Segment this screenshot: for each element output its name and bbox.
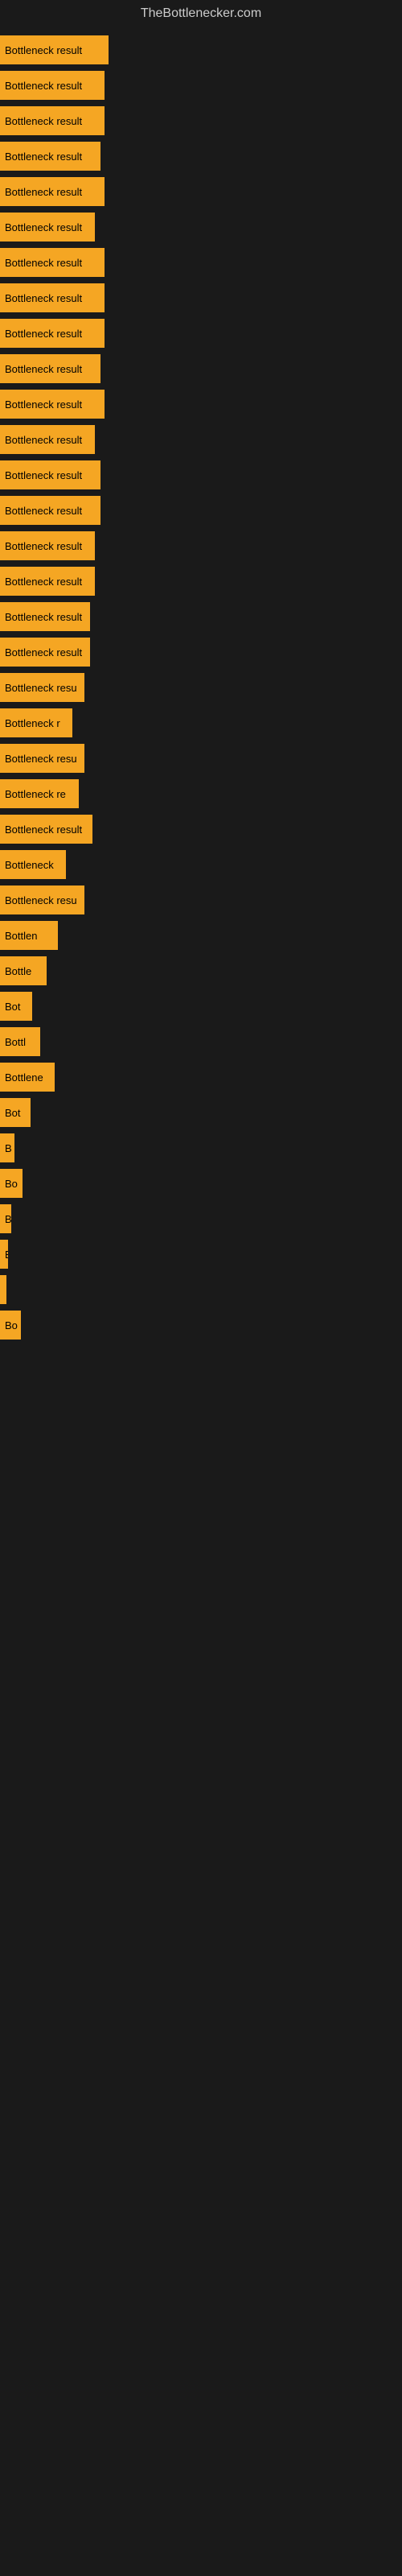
bottleneck-bar: B bbox=[0, 1204, 11, 1233]
bar-row: Bottleneck result bbox=[0, 390, 402, 419]
bar-row: Bo bbox=[0, 1169, 402, 1198]
bar-row: Bottleneck r bbox=[0, 708, 402, 737]
bar-row: B bbox=[0, 1133, 402, 1162]
bar-row: Bottleneck result bbox=[0, 142, 402, 171]
bottleneck-bar: Bottleneck bbox=[0, 850, 66, 879]
bars-container: Bottleneck result Bottleneck result Bottle… bbox=[0, 27, 402, 1354]
bar-row: Bottleneck result bbox=[0, 177, 402, 206]
bottleneck-bar: Bottl bbox=[0, 1027, 40, 1056]
bottleneck-bar: B bbox=[0, 1240, 8, 1269]
site-title: TheBottlenecker.com bbox=[0, 0, 402, 27]
bottleneck-bar: Bo bbox=[0, 1169, 23, 1198]
bottleneck-bar: Bottleneck result bbox=[0, 248, 105, 277]
bottleneck-bar: Bottleneck result bbox=[0, 35, 109, 64]
bar-row: Bottleneck result bbox=[0, 213, 402, 242]
bottleneck-bar: Bottleneck result bbox=[0, 496, 100, 525]
bar-row: Bottleneck result bbox=[0, 35, 402, 64]
bottleneck-bar bbox=[0, 1275, 6, 1304]
bar-row: Bottleneck result bbox=[0, 354, 402, 383]
bar-row: Bottleneck result bbox=[0, 460, 402, 489]
bottleneck-bar: Bottleneck resu bbox=[0, 673, 84, 702]
bar-row: Bottleneck result bbox=[0, 602, 402, 631]
bottleneck-bar: Bottleneck result bbox=[0, 71, 105, 100]
bar-row: Bottlen bbox=[0, 921, 402, 950]
bottleneck-bar: Bottleneck result bbox=[0, 815, 92, 844]
bottleneck-bar: Bottleneck result bbox=[0, 460, 100, 489]
bottleneck-bar: Bottleneck r bbox=[0, 708, 72, 737]
bar-row: Bottleneck result bbox=[0, 425, 402, 454]
bottleneck-bar: Bottleneck result bbox=[0, 602, 90, 631]
bottleneck-bar: Bottleneck result bbox=[0, 531, 95, 560]
bottleneck-bar: Bottleneck result bbox=[0, 319, 105, 348]
bar-row bbox=[0, 1275, 402, 1304]
bottleneck-bar: Bottleneck result bbox=[0, 177, 105, 206]
bottleneck-bar: Bottleneck result bbox=[0, 354, 100, 383]
bar-row: Bot bbox=[0, 992, 402, 1021]
bottleneck-bar: Bottleneck result bbox=[0, 106, 105, 135]
bottleneck-bar: Bottleneck result bbox=[0, 283, 105, 312]
bottleneck-bar: Bottleneck result bbox=[0, 390, 105, 419]
bottleneck-bar: Bottlen bbox=[0, 921, 58, 950]
bar-row: Bot bbox=[0, 1098, 402, 1127]
bottleneck-bar: B bbox=[0, 1133, 14, 1162]
bar-row: Bo bbox=[0, 1311, 402, 1340]
bar-row: Bottleneck result bbox=[0, 106, 402, 135]
bar-row: Bottleneck resu bbox=[0, 744, 402, 773]
bar-row: Bottleneck result bbox=[0, 567, 402, 596]
bar-row: B bbox=[0, 1240, 402, 1269]
bar-row: Bottleneck bbox=[0, 850, 402, 879]
bar-row: Bottleneck resu bbox=[0, 886, 402, 914]
bar-row: Bottleneck result bbox=[0, 283, 402, 312]
bar-row: Bottle bbox=[0, 956, 402, 985]
bar-row: Bottlene bbox=[0, 1063, 402, 1092]
bar-row: Bottleneck result bbox=[0, 71, 402, 100]
bar-row: Bottleneck result bbox=[0, 319, 402, 348]
bottleneck-bar: Bottleneck result bbox=[0, 567, 95, 596]
bar-row: Bottleneck re bbox=[0, 779, 402, 808]
bar-row: Bottleneck result bbox=[0, 496, 402, 525]
bar-row: Bottleneck result bbox=[0, 248, 402, 277]
bottleneck-bar: Bottleneck result bbox=[0, 142, 100, 171]
bottleneck-bar: Bottleneck result bbox=[0, 638, 90, 667]
bottleneck-bar: Bottlene bbox=[0, 1063, 55, 1092]
bottleneck-bar: Bottle bbox=[0, 956, 47, 985]
bar-row: Bottleneck result bbox=[0, 638, 402, 667]
bottleneck-bar: Bottleneck re bbox=[0, 779, 79, 808]
bottleneck-bar: Bottleneck resu bbox=[0, 886, 84, 914]
bar-row: Bottleneck resu bbox=[0, 673, 402, 702]
bar-row: Bottleneck result bbox=[0, 531, 402, 560]
bottleneck-bar: Bottleneck result bbox=[0, 213, 95, 242]
bar-row: Bottl bbox=[0, 1027, 402, 1056]
bar-row: Bottleneck result bbox=[0, 815, 402, 844]
bottleneck-bar: Bottleneck resu bbox=[0, 744, 84, 773]
bottleneck-bar: Bot bbox=[0, 992, 32, 1021]
bottleneck-bar: Bo bbox=[0, 1311, 21, 1340]
bar-row: B bbox=[0, 1204, 402, 1233]
bottleneck-bar: Bot bbox=[0, 1098, 31, 1127]
bottleneck-bar: Bottleneck result bbox=[0, 425, 95, 454]
